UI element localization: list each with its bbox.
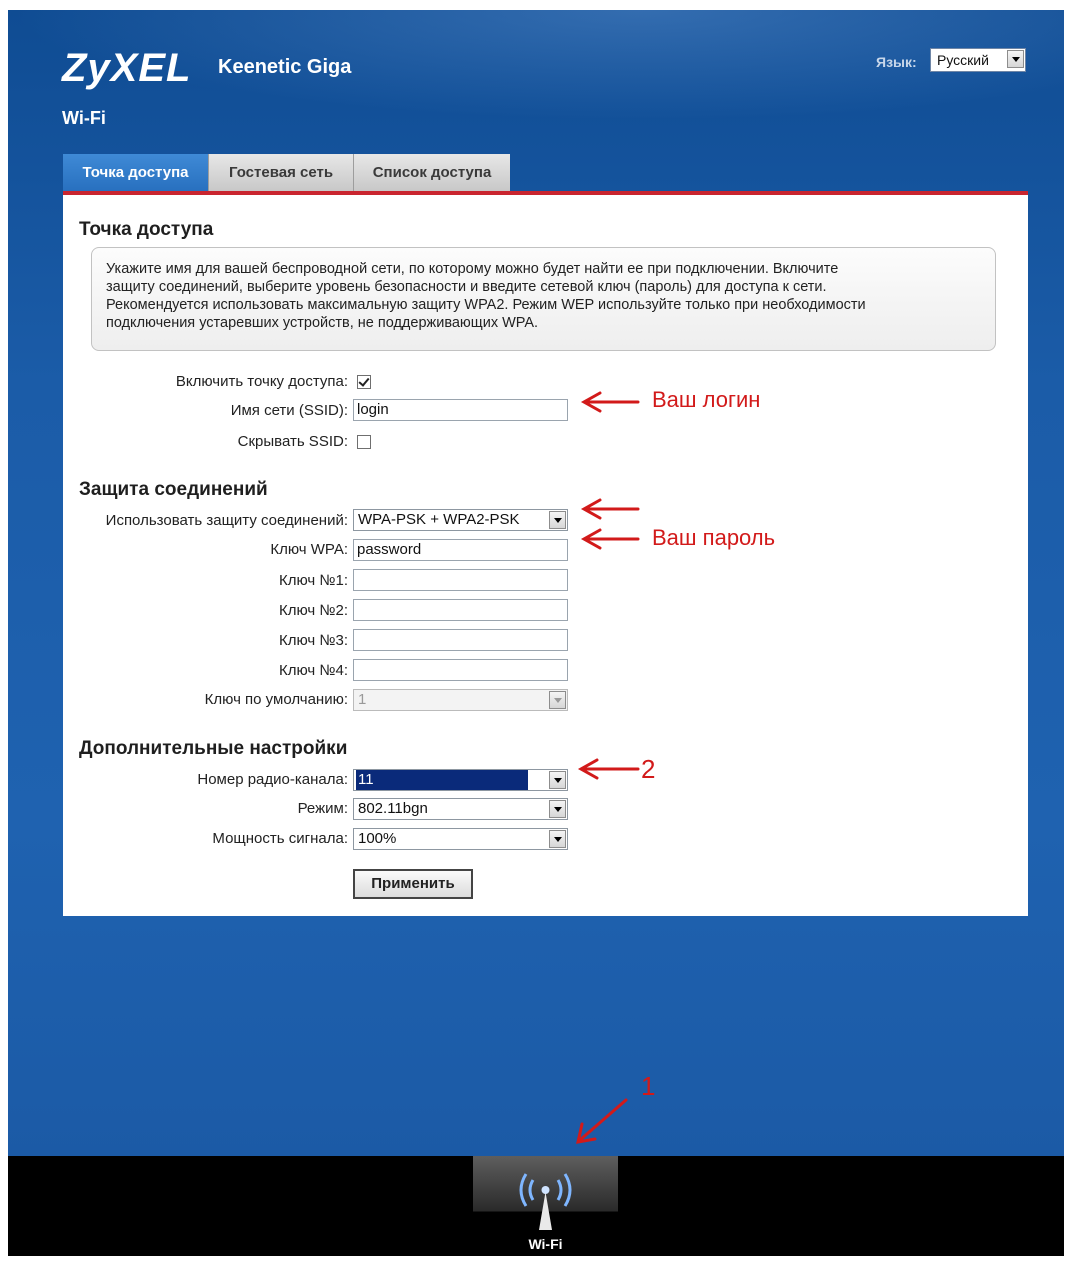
wifi-nav-label: Wi-Fi [528,1236,563,1252]
wifi-tower-icon [519,1173,572,1230]
annotation-step-2: 2 [641,754,656,784]
bottom-nav-bar: Wi-Fi [8,1156,1064,1256]
wifi-nav-button[interactable]: Wi-Fi [473,1156,618,1256]
router-web-interface: ZyXEL Keenetic Giga Язык: Русский Wi-Fi … [8,10,1064,1256]
annotation-password: Ваш пароль [652,525,776,550]
arrow-wifi-button [578,1098,628,1142]
annotation-step-1: 1 [641,1071,656,1101]
annotation-overlay [576,391,640,1144]
annotation-login: Ваш логин [652,387,761,412]
